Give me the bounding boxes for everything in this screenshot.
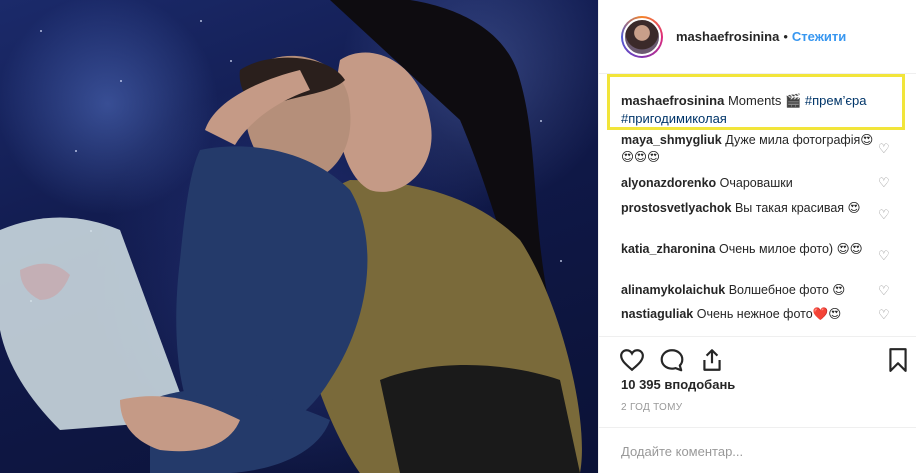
list-item: katia_zharonina Очень милое фото) 😍😍 [621,241,876,258]
post-timestamp[interactable]: 2 ГОД ТОМУ [621,402,682,413]
post-photo[interactable] [0,0,598,473]
header-username[interactable]: mashaefrosinina [676,29,779,44]
post-actions: 10 395 вподобань 2 ГОД ТОМУ Додайте коме… [599,336,916,473]
comment-text: Очень нежное фото❤️😍 [696,307,842,321]
comment-username[interactable]: nastiaguliak [621,307,693,321]
bookmark-icon[interactable] [885,347,911,373]
heart-icon[interactable] [619,347,645,373]
avatar[interactable] [621,15,663,58]
comment-heart-icon[interactable]: ♡ [878,308,891,321]
separator-dot: • [783,29,788,44]
post-caption: mashaefrosinina Moments 🎬 #прем’єра #при… [621,92,906,128]
comment-heart-icon[interactable]: ♡ [878,284,891,297]
comment-heart-icon[interactable]: ♡ [878,249,891,262]
comment-text: Волшебное фото 😍 [728,283,846,297]
comment-text: Вы такая красивая 😍 [734,201,861,215]
comment-heart-icon[interactable]: ♡ [878,208,891,221]
post-sidebar: mashaefrosinina • Стежити mashaefrosinin… [598,0,916,473]
caption-username[interactable]: mashaefrosinina [621,93,724,108]
list-item: alinamykolaichuk Волшебное фото 😍 [621,282,876,299]
share-icon[interactable] [699,347,725,373]
comment-heart-icon[interactable]: ♡ [878,142,891,155]
caption-text: Moments 🎬 [727,93,802,108]
comment-username[interactable]: alinamykolaichuk [621,283,725,297]
comment-username[interactable]: maya_shmygliuk [621,133,722,147]
comment-icon[interactable] [659,347,685,373]
list-item: alyonazdorenko Очаровашки [621,175,876,192]
post-header: mashaefrosinina • Стежити [599,0,916,74]
comment-heart-icon[interactable]: ♡ [878,176,891,189]
hashtag-link[interactable]: #прем’єра [805,93,867,108]
comments-list: mashaefrosinina Moments 🎬 #прем’єра #при… [599,74,916,336]
list-item: nastiaguliak Очень нежное фото❤️😍 [621,306,876,323]
comment-username[interactable]: katia_zharonina [621,242,715,256]
comment-text: Очаровашки [719,176,793,190]
likes-count[interactable]: 10 395 вподобань [621,377,735,392]
comment-username[interactable]: alyonazdorenko [621,176,716,190]
list-item: prostosvetlyachok Вы такая красивая 😍 [621,200,876,217]
follow-button[interactable]: Стежити [792,29,846,44]
add-comment-input[interactable]: Додайте коментар... [599,427,916,473]
comment-username[interactable]: prostosvetlyachok [621,201,731,215]
list-item: maya_shmygliuk Дуже мила фотографія😍😍😍😍 [621,132,876,166]
comment-text: Очень милое фото) 😍😍 [718,242,863,256]
photo-people-illustration [0,0,582,473]
hashtag-link[interactable]: #пригодимиколая [621,111,727,126]
